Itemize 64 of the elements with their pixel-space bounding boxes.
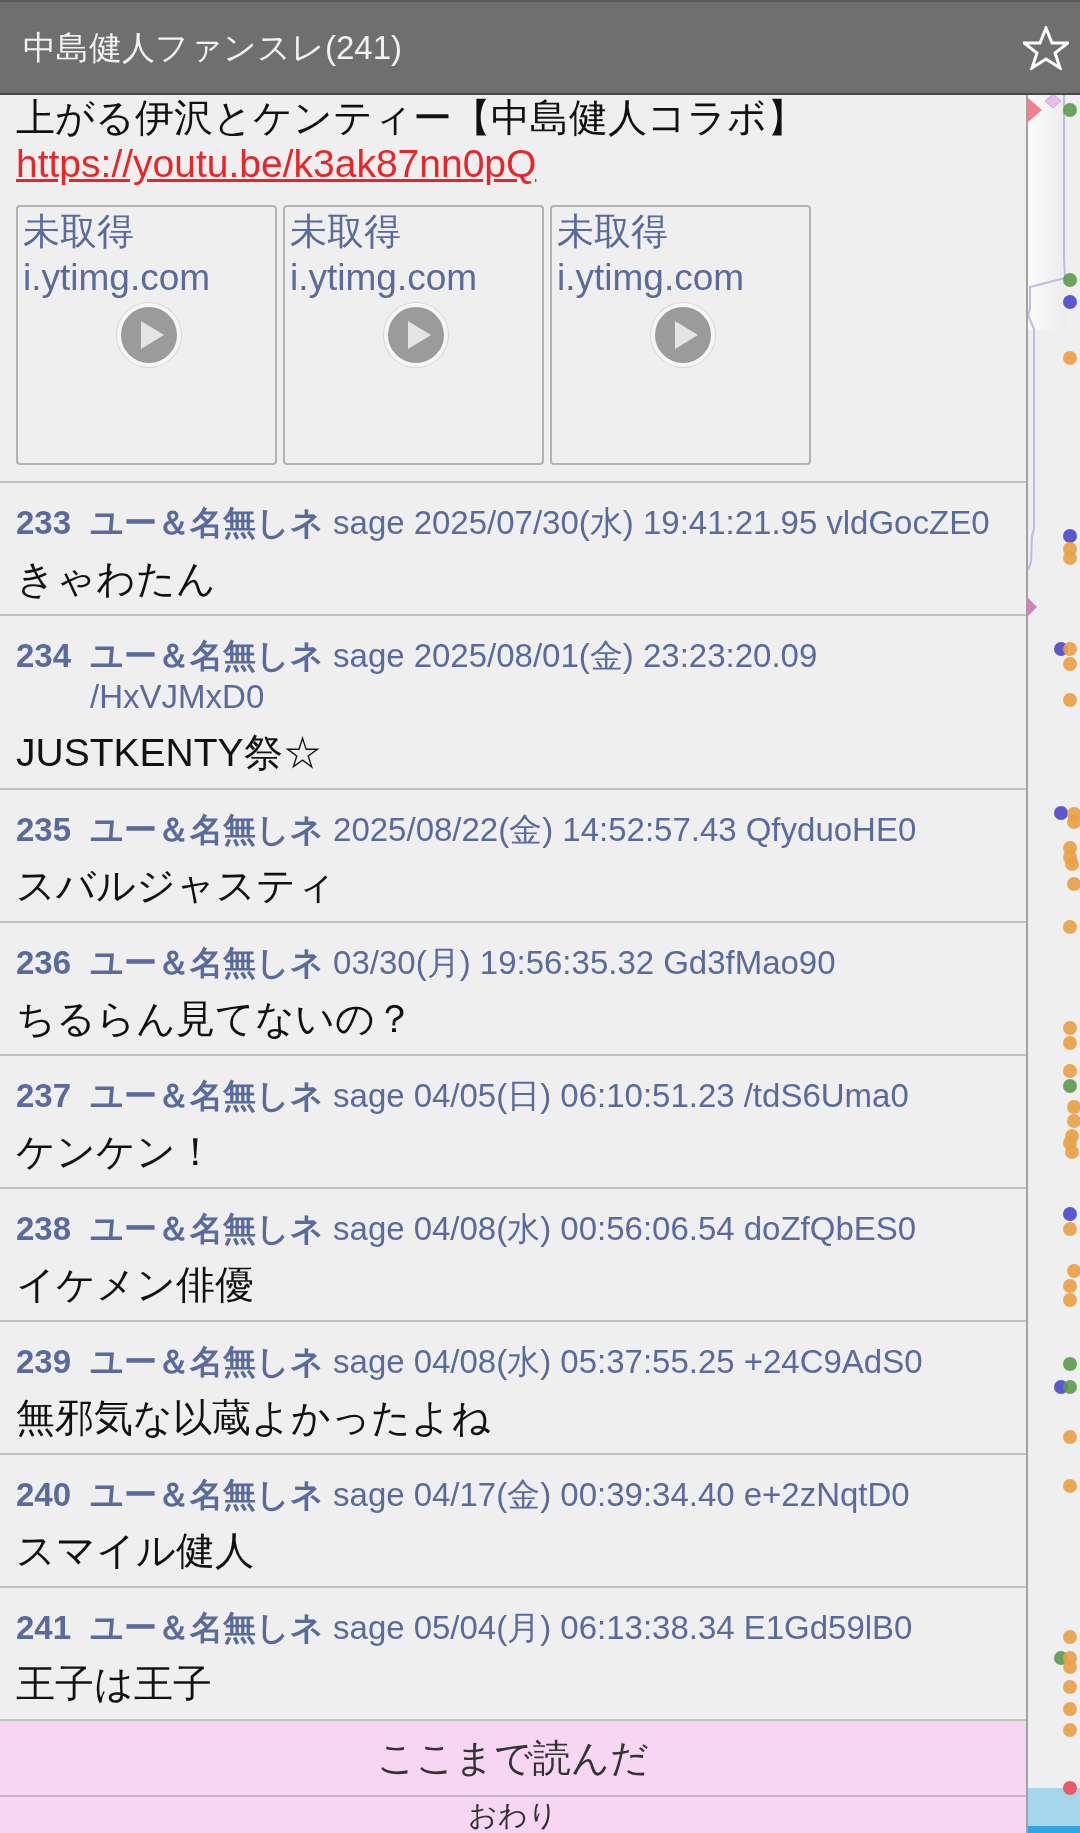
play-icon xyxy=(115,301,183,369)
post-date: 05/04(月) 06:13:38.34 xyxy=(413,1608,735,1648)
video-thumbnail[interactable]: 未取得 i.ytimg.com xyxy=(550,205,811,465)
post-number[interactable]: 234 xyxy=(16,635,72,676)
post-mail: sage xyxy=(333,1209,405,1249)
post-body: きゃわたん xyxy=(16,556,217,602)
post-number[interactable]: 236 xyxy=(16,942,72,983)
poster-name: ユー＆名無しネ xyxy=(90,503,325,543)
post-mail: sage xyxy=(333,636,405,676)
poster-id[interactable]: +24C9AdS0 xyxy=(743,1341,923,1382)
post-body: スバルジャスティ xyxy=(16,863,337,909)
post-number[interactable]: 235 xyxy=(16,809,72,850)
post-number[interactable]: 238 xyxy=(16,1208,72,1249)
post-date: 2025/08/22(金) 14:52:57.43 xyxy=(333,810,737,850)
video-link[interactable]: https://youtu.be/k3ak87nn0pQ xyxy=(16,142,537,185)
poster-name: ユー＆名無しネ xyxy=(90,1608,325,1648)
poster-id[interactable]: /HxVJMxD0 xyxy=(90,676,265,717)
post-date: 04/08(水) 00:56:06.54 xyxy=(413,1209,735,1249)
poster-name: ユー＆名無しネ xyxy=(90,810,325,850)
post-number[interactable]: 239 xyxy=(16,1341,72,1382)
post-mail: sage xyxy=(333,1076,405,1116)
poster-id[interactable]: /tdS6Uma0 xyxy=(743,1075,909,1116)
poster-name: ユー＆名無しネ xyxy=(90,1076,325,1116)
post-body: イケメン俳優 xyxy=(16,1262,255,1308)
poster-name: ユー＆名無しネ xyxy=(90,636,325,676)
post-date: 2025/07/30(水) 19:41:21.95 xyxy=(413,503,818,543)
post-mail: sage xyxy=(333,1342,405,1382)
post-date: 04/08(水) 05:37:55.25 xyxy=(413,1342,735,1382)
star-icon[interactable] xyxy=(1023,25,1069,70)
post-date: 03/30(月) 19:56:35.32 xyxy=(333,943,655,983)
post-number[interactable]: 233 xyxy=(16,502,72,543)
end-bar: おわり xyxy=(0,1797,1026,1833)
post-date: 04/17(金) 00:39:34.40 xyxy=(413,1475,735,1515)
poster-id[interactable]: vldGocZE0 xyxy=(826,502,990,543)
post-body: 無邪気な以蔵よかったよね xyxy=(16,1395,492,1441)
poster-id[interactable]: Gd3fMao90 xyxy=(663,942,836,983)
poster-name: ユー＆名無しネ xyxy=(90,943,325,983)
post-body: ちるらん見てないの？ xyxy=(16,996,415,1042)
post-number[interactable]: 237 xyxy=(16,1075,72,1116)
post-body: JUSTKENTY祭☆ xyxy=(16,730,323,776)
post-body: 王子は王子 xyxy=(16,1661,213,1707)
post-number[interactable]: 241 xyxy=(16,1607,72,1648)
thread-title: 中島健人ファンスレ(241) xyxy=(23,27,403,68)
poster-id[interactable]: QfyduoHE0 xyxy=(745,809,917,850)
poster-id[interactable]: doZfQbES0 xyxy=(743,1208,917,1249)
post-date: 04/05(日) 06:10:51.23 xyxy=(413,1076,735,1116)
post-mail: sage xyxy=(333,503,405,543)
post-body: スマイル健人 xyxy=(16,1528,255,1574)
video-thumbnail[interactable]: 未取得 i.ytimg.com xyxy=(283,205,544,465)
poster-name: ユー＆名無しネ xyxy=(90,1209,325,1249)
play-icon xyxy=(382,301,450,369)
poster-name: ユー＆名無しネ xyxy=(90,1342,325,1382)
read-marker-bar: ここまで読んだ xyxy=(0,1721,1026,1797)
post-number[interactable]: 240 xyxy=(16,1474,72,1515)
video-thumbnail[interactable]: 未取得 i.ytimg.com xyxy=(16,205,277,465)
post-mail: sage xyxy=(333,1608,405,1648)
poster-id[interactable]: e+2zNqtD0 xyxy=(743,1474,910,1515)
poster-name: ユー＆名無しネ xyxy=(90,1475,325,1515)
post-date: 2025/08/01(金) 23:23:20.09 xyxy=(413,636,818,676)
post-body: 上がる伊沢とケンティー【中島健人コラボ】 xyxy=(16,95,807,141)
post-mail: sage xyxy=(333,1475,405,1515)
play-icon xyxy=(649,301,717,369)
poster-id[interactable]: E1Gd59lB0 xyxy=(743,1607,913,1648)
post-body: ケンケン！ xyxy=(16,1129,216,1175)
